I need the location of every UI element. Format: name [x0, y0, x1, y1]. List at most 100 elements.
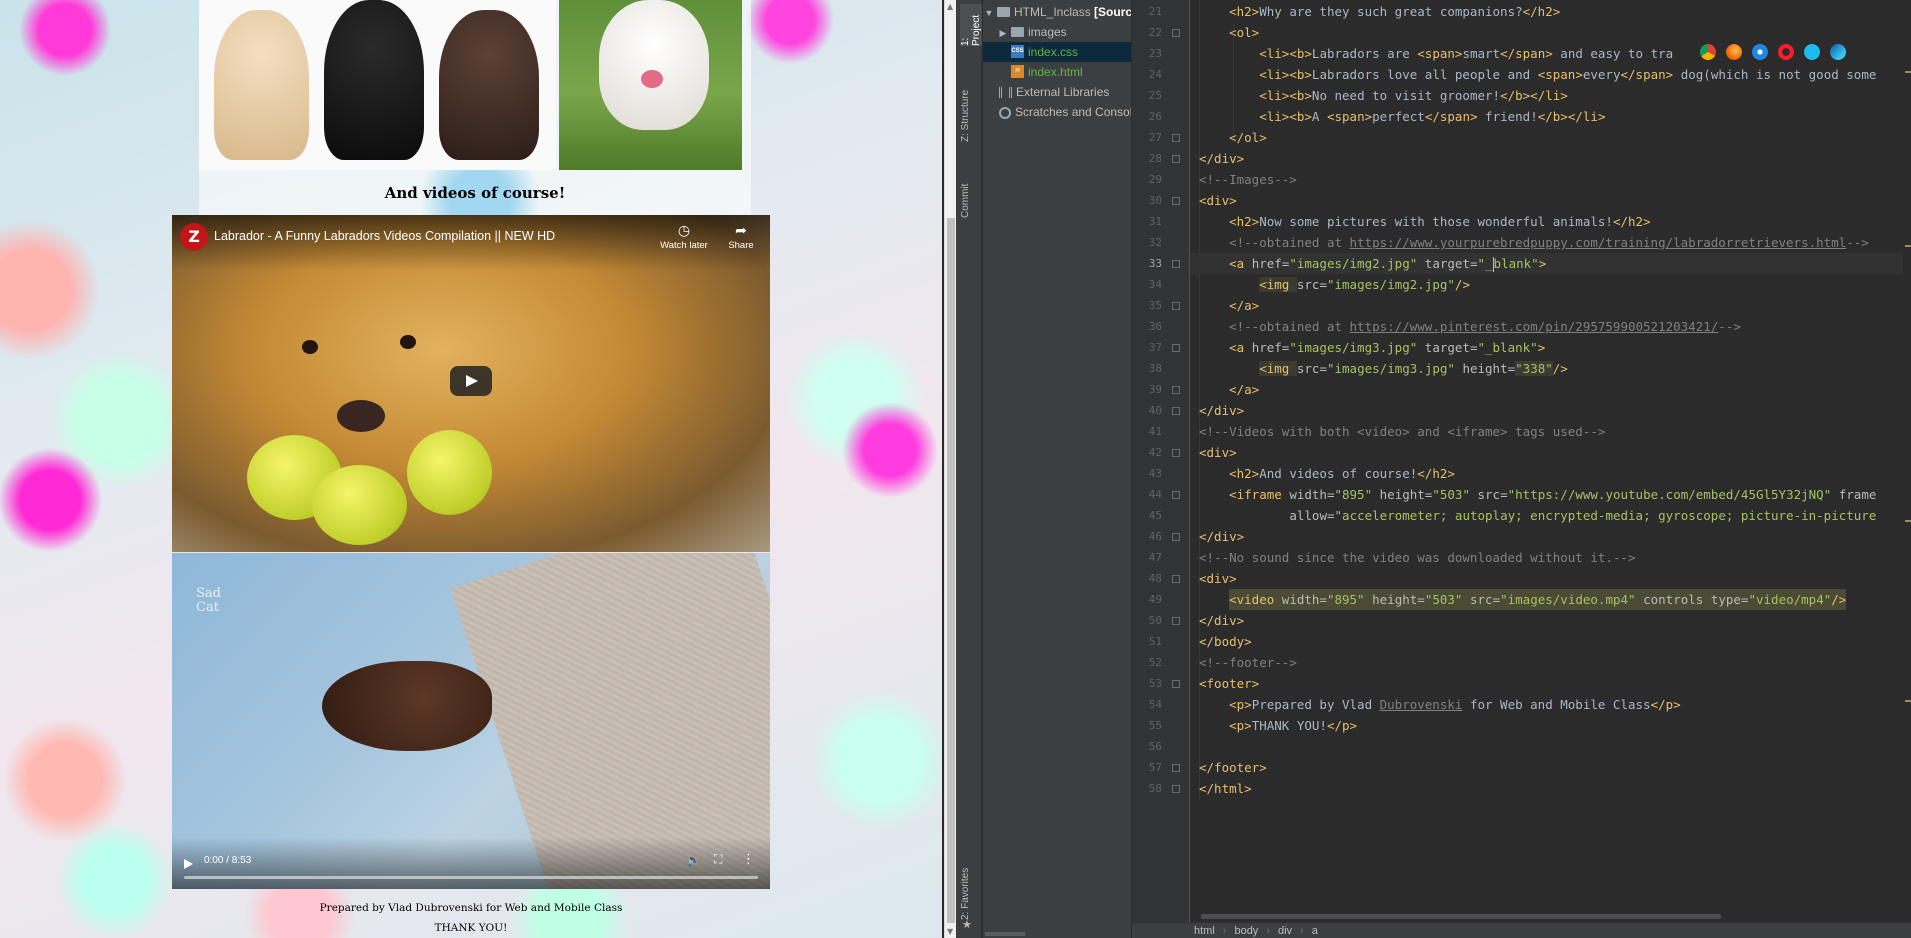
code-line[interactable]: <li><b>Labradors are <span>smart</span> …	[1259, 43, 1673, 64]
code-line[interactable]: <!--No sound since the video was downloa…	[1199, 547, 1636, 568]
code-line[interactable]: <video width="895" height="503" src="ima…	[1229, 589, 1847, 610]
opera-icon[interactable]	[1778, 44, 1794, 60]
fold-marker[interactable]	[1172, 302, 1180, 310]
code-line[interactable]: </footer>	[1199, 757, 1267, 778]
code-line[interactable]: <a href="images/img2.jpg" target="_blank…	[1229, 253, 1546, 274]
fold-marker[interactable]	[1172, 407, 1180, 415]
code-line[interactable]: <li><b>Labradors love all people and <sp…	[1259, 64, 1876, 85]
fold-marker[interactable]	[1172, 785, 1180, 793]
code-line[interactable]: <li><b>No need to visit groomer!</b></li…	[1259, 85, 1568, 106]
chevron-down-icon[interactable]: ▼	[983, 3, 995, 23]
fold-marker[interactable]	[1172, 449, 1180, 457]
fold-marker[interactable]	[1172, 260, 1180, 268]
favorites-tool-button[interactable]: 2: Favorites	[960, 860, 971, 920]
white-labrador-photo-link[interactable]	[559, 0, 742, 170]
code-line[interactable]: </body>	[1199, 631, 1252, 652]
code-line[interactable]: <!--obtained at https://www.pinterest.co…	[1229, 316, 1741, 337]
code-line[interactable]: <h2>Now some pictures with those wonderf…	[1229, 211, 1650, 232]
play-icon[interactable]	[184, 859, 193, 869]
video-seek-bar[interactable]	[184, 876, 758, 879]
code-line[interactable]: <p>THANK YOU!</p>	[1229, 715, 1357, 736]
youtube-embed[interactable]: Z Labrador - A Funny Labradors Videos Co…	[172, 215, 770, 552]
scroll-up-icon[interactable]: ▲	[947, 2, 953, 11]
code-line[interactable]: <div>	[1199, 568, 1237, 589]
fold-marker[interactable]	[1172, 155, 1180, 163]
code-line[interactable]: </a>	[1229, 295, 1259, 316]
code-line[interactable]: </html>	[1199, 778, 1252, 799]
tree-root[interactable]: ▼ HTML_Inclass [Source	[983, 2, 1131, 22]
code-line[interactable]: <!--Videos with both <video> and <iframe…	[1199, 421, 1605, 442]
firefox-icon[interactable]	[1726, 44, 1742, 60]
commit-tool-button[interactable]: Commit	[960, 162, 971, 218]
code-line[interactable]: </div>	[1199, 526, 1244, 547]
code-line[interactable]: <li><b>A <span>perfect</span> friend!</b…	[1259, 106, 1605, 127]
editor-hscroll-thumb[interactable]	[1201, 914, 1721, 919]
scroll-down-icon[interactable]: ▼	[947, 927, 953, 936]
code-line[interactable]: <div>	[1199, 190, 1237, 211]
channel-avatar[interactable]: Z	[180, 223, 208, 251]
code-line[interactable]: </a>	[1229, 379, 1259, 400]
fold-marker[interactable]	[1172, 29, 1180, 37]
breadcrumb-html[interactable]: html	[1194, 925, 1215, 937]
project-tool-button[interactable]: 1: Project	[960, 4, 982, 46]
code-editor[interactable]: <h2>Why are they such great companions?<…	[1191, 0, 1911, 922]
structure-tool-button[interactable]: Z: Structure	[960, 70, 971, 142]
star-icon[interactable]: ★	[962, 918, 972, 931]
fold-marker[interactable]	[1172, 533, 1180, 541]
warning-marker[interactable]	[1905, 700, 1911, 702]
project-panel-scroll-thumb[interactable]	[985, 932, 1025, 936]
code-line[interactable]: </div>	[1199, 400, 1244, 421]
tree-item-index-css[interactable]: CSS index.css	[983, 42, 1131, 62]
chrome-icon[interactable]	[1700, 44, 1716, 60]
fold-marker[interactable]	[1172, 134, 1180, 142]
code-line[interactable]: <img src="images/img3.jpg" height="338"/…	[1259, 358, 1568, 379]
share-button[interactable]: ➦ Share	[715, 222, 767, 251]
fold-marker[interactable]	[1172, 575, 1180, 583]
fold-marker[interactable]	[1172, 617, 1180, 625]
code-line[interactable]: <iframe width="895" height="503" src="ht…	[1229, 484, 1876, 505]
browser-scrollbar[interactable]: ▲ ▼	[944, 0, 956, 938]
tree-item-scratches[interactable]: Scratches and Consoles	[983, 102, 1131, 122]
fold-marker[interactable]	[1172, 197, 1180, 205]
warning-marker[interactable]	[1905, 520, 1911, 522]
code-line[interactable]: <p>Prepared by Vlad Dubrovenski for Web …	[1229, 694, 1681, 715]
code-line[interactable]: <h2>Why are they such great companions?<…	[1229, 1, 1560, 22]
code-line[interactable]: <div>	[1199, 442, 1237, 463]
edge-icon[interactable]	[1830, 44, 1846, 60]
breadcrumb-a[interactable]: a	[1312, 925, 1318, 937]
code-line[interactable]: <ol>	[1229, 22, 1259, 43]
internet-explorer-icon[interactable]	[1804, 44, 1820, 60]
code-line[interactable]: <img src="images/img2.jpg"/>	[1259, 274, 1470, 295]
youtube-play-button[interactable]	[450, 366, 492, 396]
tree-item-index-html[interactable]: Hindex.html	[983, 62, 1131, 82]
breadcrumb-div[interactable]: div	[1278, 925, 1292, 937]
tree-item-external-libraries[interactable]: External Libraries	[983, 82, 1131, 102]
warning-marker[interactable]	[1905, 245, 1911, 247]
code-line[interactable]: <footer>	[1199, 673, 1259, 694]
youtube-video-title[interactable]: Labrador - A Funny Labradors Videos Comp…	[214, 229, 555, 243]
code-line[interactable]: <a href="images/img3.jpg" target="_blank…	[1229, 337, 1545, 358]
breadcrumb-body[interactable]: body	[1234, 925, 1258, 937]
safari-icon[interactable]	[1752, 44, 1768, 60]
tree-item-images[interactable]: ▶ images	[983, 22, 1131, 42]
watch-later-button[interactable]: ◷ Watch later	[658, 222, 710, 251]
code-line[interactable]: <h2>And videos of course!</h2>	[1229, 463, 1455, 484]
warning-marker[interactable]	[1905, 71, 1911, 73]
fold-marker[interactable]	[1172, 491, 1180, 499]
code-line[interactable]: </div>	[1199, 610, 1244, 631]
fold-marker[interactable]	[1172, 386, 1180, 394]
html5-video-player[interactable]: Sad Cat 0:00 / 8:53 🔈 ⛶ ⋮	[172, 553, 770, 889]
browser-scroll-thumb[interactable]	[947, 218, 955, 923]
project-panel-scrollbar[interactable]	[983, 930, 1131, 938]
fold-marker[interactable]	[1172, 344, 1180, 352]
code-line[interactable]: </ol>	[1229, 127, 1267, 148]
editor-vertical-scrollbar[interactable]	[1903, 0, 1911, 922]
chevron-right-icon[interactable]: ▶	[997, 23, 1009, 43]
editor-horizontal-scrollbar[interactable]	[1191, 911, 1911, 921]
more-options-icon[interactable]: ⋮	[742, 852, 755, 867]
code-line[interactable]: </div>	[1199, 148, 1244, 169]
volume-icon[interactable]: 🔈	[686, 853, 701, 867]
code-line[interactable]: <!--footer-->	[1199, 652, 1297, 673]
fold-marker[interactable]	[1172, 764, 1180, 772]
code-line[interactable]: <!--obtained at https://www.yourpurebred…	[1229, 232, 1869, 253]
